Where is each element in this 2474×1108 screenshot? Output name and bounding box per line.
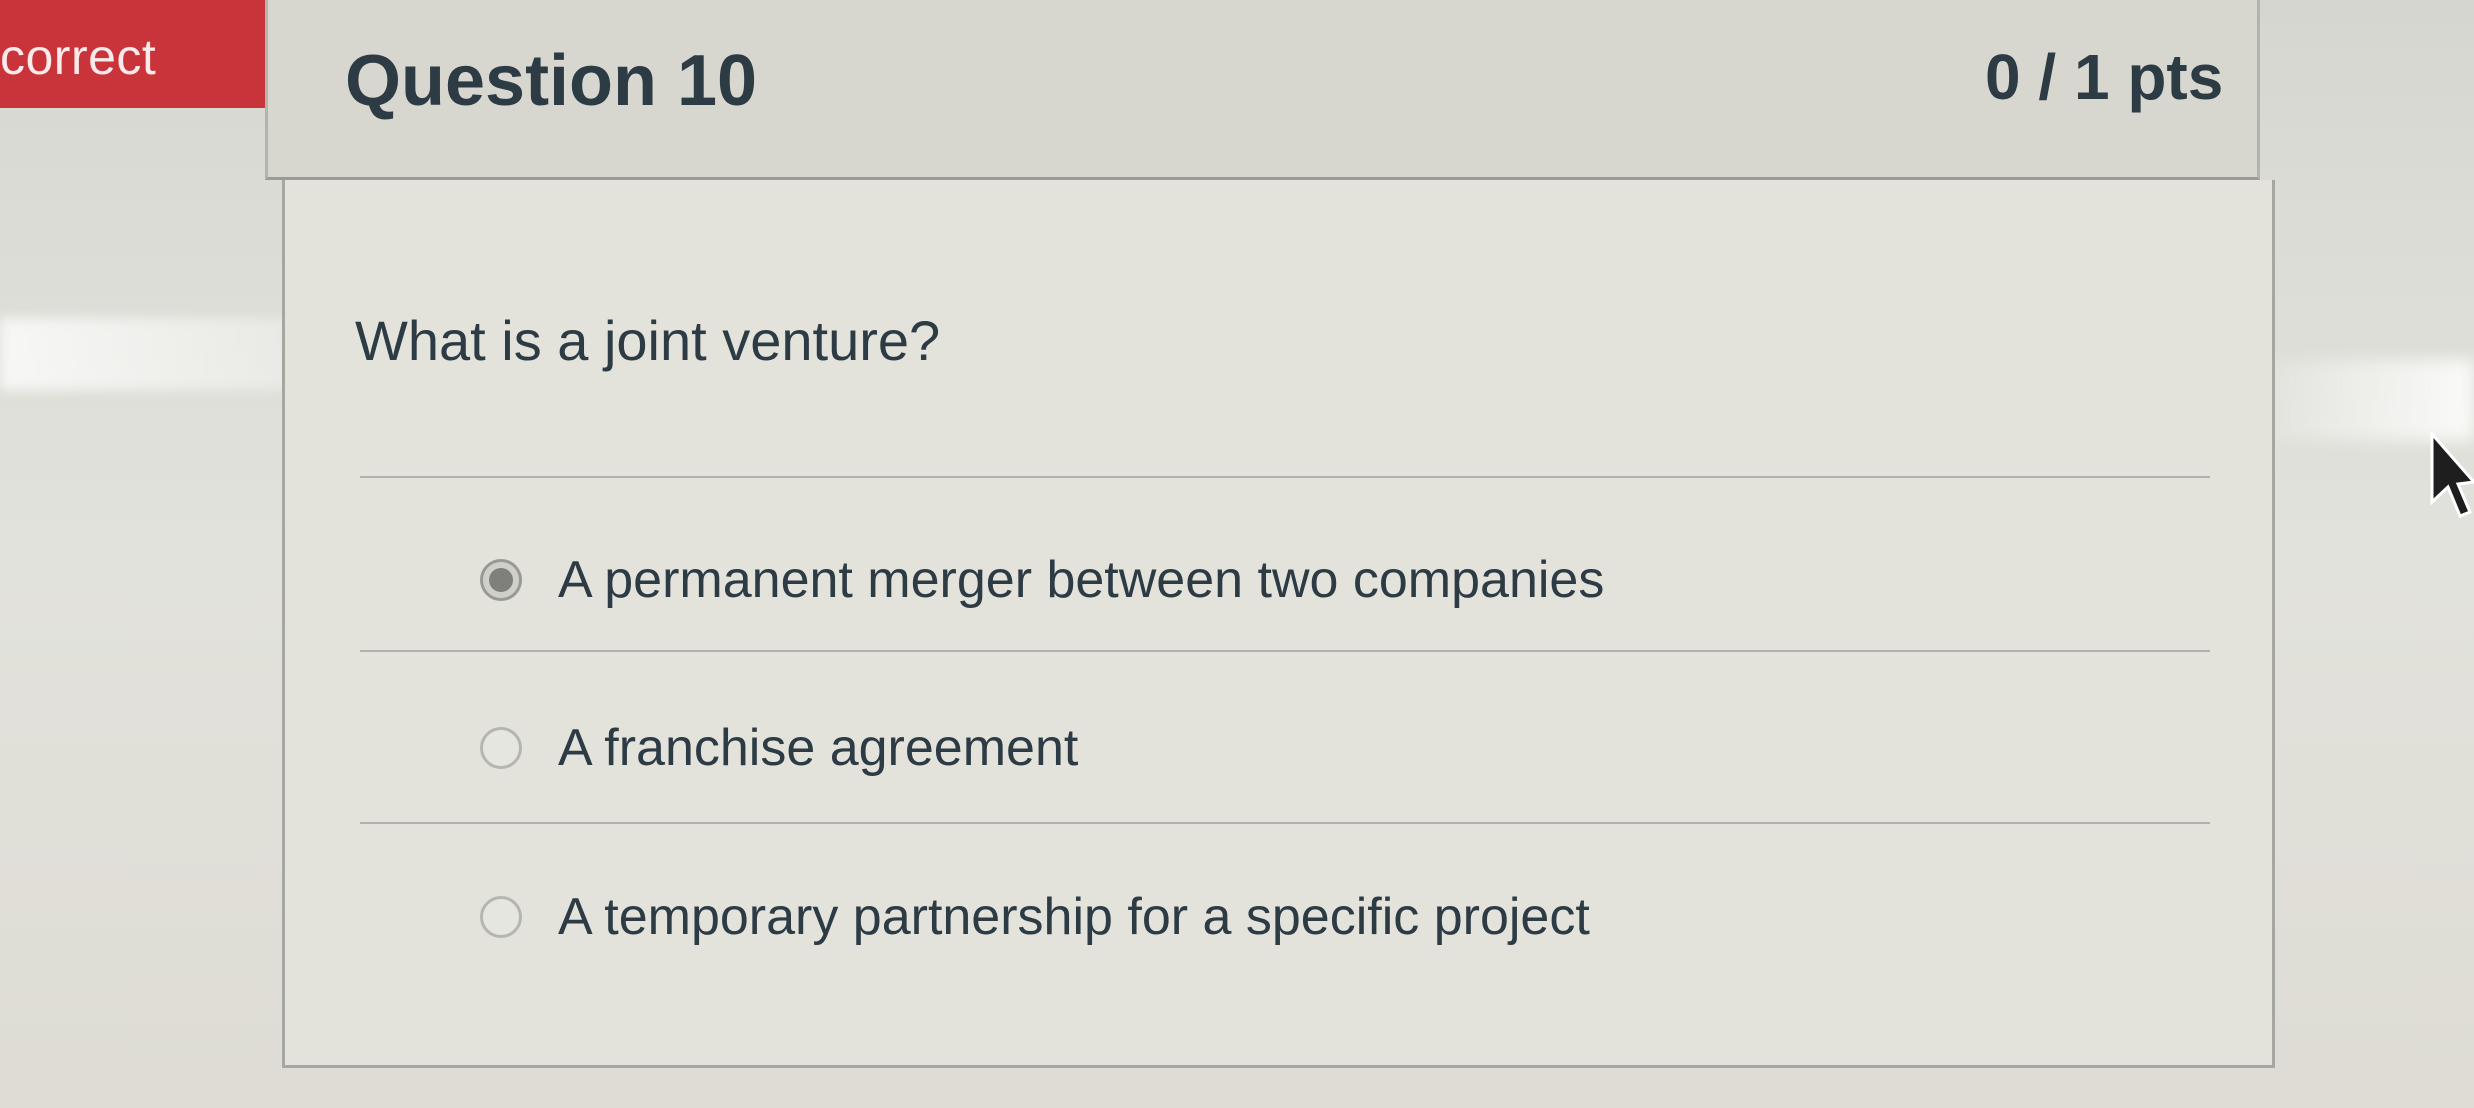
question-points: 0 / 1 pts bbox=[1985, 41, 2224, 113]
answer-option-1[interactable]: A permanent merger between two companies bbox=[480, 535, 2130, 625]
radio-selected-dot bbox=[489, 568, 513, 592]
radio-button-icon[interactable] bbox=[480, 727, 522, 769]
answer-label: A temporary partnership for a specific p… bbox=[558, 888, 1590, 946]
answer-divider bbox=[360, 822, 2210, 824]
answer-label: A franchise agreement bbox=[558, 719, 1079, 777]
answer-option-2[interactable]: A franchise agreement bbox=[480, 703, 2130, 793]
mouse-pointer-icon bbox=[2430, 432, 2474, 518]
screen-glare bbox=[2260, 360, 2474, 440]
result-ribbon-label: correct bbox=[0, 29, 157, 85]
answer-option-3[interactable]: A temporary partnership for a specific p… bbox=[480, 872, 2130, 962]
answer-divider bbox=[360, 650, 2210, 652]
prompt-divider bbox=[360, 476, 2210, 478]
radio-button-icon[interactable] bbox=[480, 896, 522, 938]
radio-button-icon[interactable] bbox=[480, 559, 522, 601]
question-title: Question 10 bbox=[345, 41, 758, 121]
question-prompt: What is a joint venture? bbox=[355, 309, 941, 372]
answer-label: A permanent merger between two companies bbox=[558, 551, 1605, 609]
